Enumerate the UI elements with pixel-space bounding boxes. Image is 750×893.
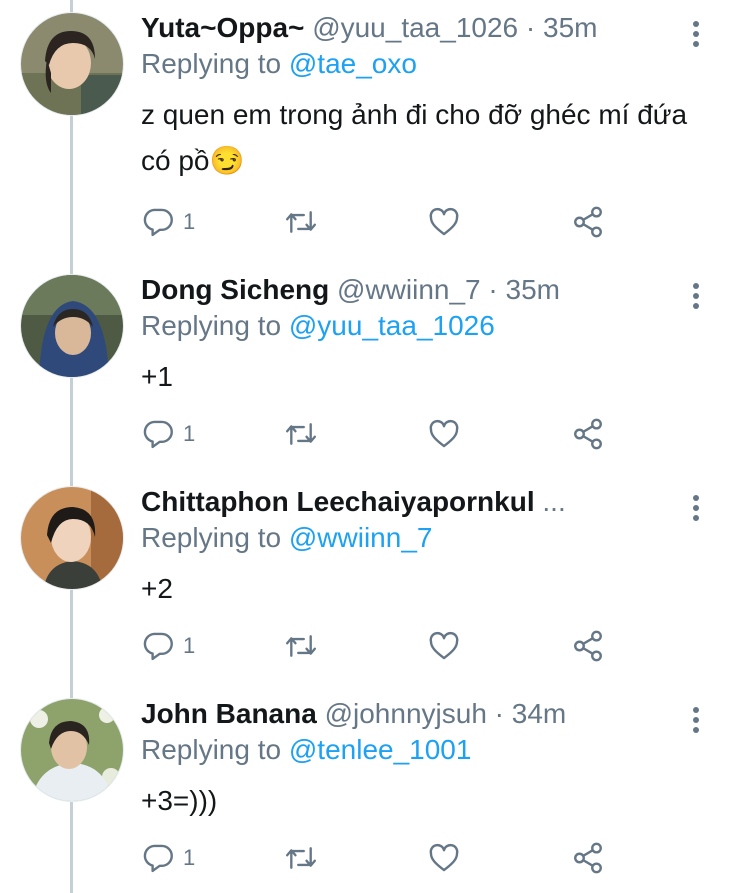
share-icon	[574, 842, 602, 874]
heart-icon	[429, 631, 459, 660]
heart-icon	[429, 843, 459, 872]
mention-link[interactable]: @yuu_taa_1026	[289, 310, 495, 341]
share-button[interactable]	[571, 202, 605, 242]
replying-to: Replying to @tae_oxo	[141, 48, 417, 79]
more-vertical-icon[interactable]	[684, 280, 708, 320]
like-button[interactable]	[427, 626, 461, 666]
share-icon	[574, 418, 602, 450]
reply-icon	[143, 208, 173, 237]
tweet-actions: 1	[141, 414, 641, 454]
tweet-header: Yuta~Oppa~ @yuu_taa_1026 · 35m	[141, 10, 681, 46]
reply-button[interactable]: 1	[141, 202, 195, 242]
handle-and-time: @wwiinn_7 · 35m	[337, 274, 560, 305]
retweet-icon	[285, 847, 317, 869]
avatar[interactable]	[20, 486, 124, 590]
handle-and-time: @johnnyjsuh · 34m	[324, 698, 567, 729]
like-button[interactable]	[427, 202, 461, 242]
reply-count: 1	[183, 421, 196, 446]
retweet-icon	[285, 635, 317, 657]
handle-and-time: ...	[542, 486, 566, 517]
share-button[interactable]	[571, 414, 605, 454]
retweet-button[interactable]	[283, 626, 319, 666]
tweet-header: Dong Sicheng @wwiinn_7 · 35m	[141, 272, 681, 308]
avatar[interactable]	[20, 12, 124, 116]
heart-icon	[429, 207, 459, 236]
reply-count: 1	[183, 633, 196, 658]
more-vertical-icon[interactable]	[684, 704, 708, 744]
replying-to: Replying to @wwiinn_7	[141, 522, 433, 553]
share-button[interactable]	[571, 626, 605, 666]
like-button[interactable]	[427, 838, 461, 878]
tweet-text: z quen em trong ảnh đi cho đỡ ghéc mí đứ…	[141, 99, 688, 176]
share-icon	[574, 206, 602, 238]
share-button[interactable]	[571, 838, 605, 878]
tweet-text: +3=)))	[141, 785, 218, 816]
retweet-button[interactable]	[283, 838, 319, 878]
more-vertical-icon[interactable]	[684, 492, 708, 532]
reply-icon	[143, 844, 173, 873]
reply-icon	[143, 632, 173, 661]
display-name[interactable]: Dong Sicheng	[141, 274, 329, 305]
like-button[interactable]	[427, 414, 461, 454]
display-name[interactable]: John Banana	[141, 698, 317, 729]
tweet[interactable]: John Banana @johnnyjsuh · 34m Replying t…	[0, 686, 750, 893]
tweet-actions: 1	[141, 626, 641, 666]
more-vertical-icon[interactable]	[684, 18, 708, 58]
reply-button[interactable]: 1	[141, 838, 195, 878]
tweet-actions: 1	[141, 202, 641, 242]
retweet-icon	[285, 423, 317, 445]
tweet-header: John Banana @johnnyjsuh · 34m	[141, 696, 681, 732]
handle-and-time: @yuu_taa_1026 · 35m	[312, 12, 598, 43]
avatar[interactable]	[20, 698, 124, 802]
mention-link[interactable]: @wwiinn_7	[289, 522, 433, 553]
display-name[interactable]: Yuta~Oppa~	[141, 12, 304, 43]
reply-icon	[143, 420, 173, 449]
display-name[interactable]: Chittaphon Leechaiyapornkul	[141, 486, 535, 517]
avatar[interactable]	[20, 274, 124, 378]
reply-count: 1	[183, 845, 196, 870]
reply-button[interactable]: 1	[141, 414, 195, 454]
tweet-text: +2	[141, 573, 173, 604]
retweet-button[interactable]	[283, 202, 319, 242]
mention-link[interactable]: @tae_oxo	[289, 48, 417, 79]
retweet-button[interactable]	[283, 414, 319, 454]
heart-icon	[429, 419, 459, 448]
tweet-header: Chittaphon Leechaiyapornkul ...	[141, 484, 681, 520]
reply-count: 1	[183, 209, 196, 234]
replying-to: Replying to @yuu_taa_1026	[141, 310, 495, 341]
mention-link[interactable]: @tenlee_1001	[289, 734, 472, 765]
reply-button[interactable]: 1	[141, 626, 195, 666]
tweet[interactable]: Chittaphon Leechaiyapornkul ... Replying…	[0, 474, 750, 686]
tweet[interactable]: Dong Sicheng @wwiinn_7 · 35m Replying to…	[0, 262, 750, 474]
tweet[interactable]: Yuta~Oppa~ @yuu_taa_1026 · 35m Replying …	[0, 0, 750, 262]
retweet-icon	[285, 211, 317, 233]
replying-to: Replying to @tenlee_1001	[141, 734, 472, 765]
tweet-text: +1	[141, 361, 173, 392]
share-icon	[574, 630, 602, 662]
tweet-actions: 1	[141, 838, 641, 878]
